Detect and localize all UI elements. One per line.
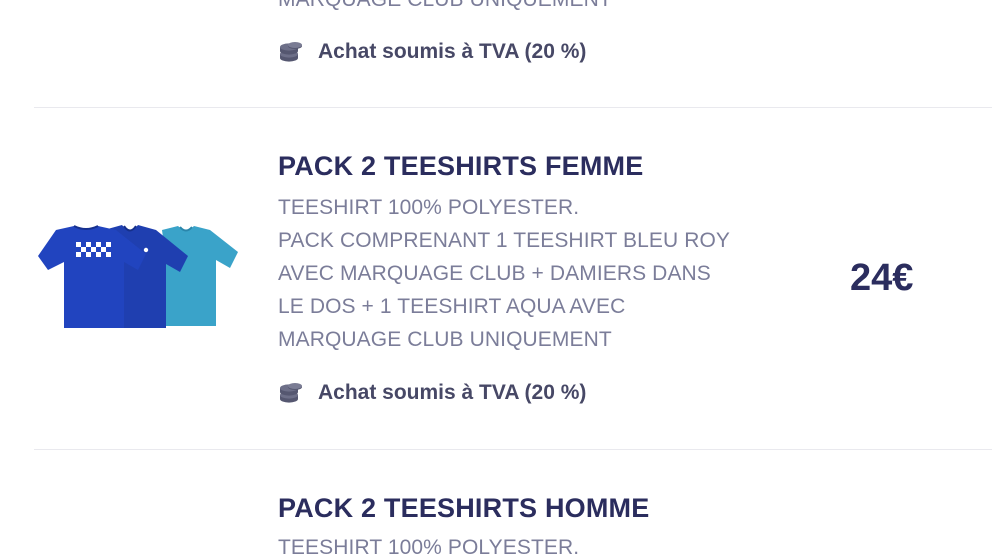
product-description-line: TEESHIRT 100% POLYESTER. <box>278 196 580 219</box>
divider <box>34 107 992 108</box>
divider <box>34 449 992 450</box>
tva-label: Achat soumis à TVA (20 %) <box>318 40 587 63</box>
tva-notice: Achat soumis à TVA (20 %) <box>278 40 586 64</box>
product-description-line: LE DOS + 1 TEESHIRT AQUA AVEC <box>278 295 626 318</box>
coins-icon <box>280 42 302 62</box>
product-price: 24€ <box>850 257 914 299</box>
tva-label: Achat soumis à TVA (20 %) <box>318 381 587 404</box>
product-description-line: TEESHIRT 100% POLYESTER. <box>278 536 580 558</box>
product-description-line: AVEC MARQUAGE CLUB + DAMIERS DANS <box>278 262 711 285</box>
product-description-line: MARQUAGE CLUB UNIQUEMENT <box>278 0 612 12</box>
product-title: PACK 2 TEESHIRTS HOMME <box>278 493 650 523</box>
tva-notice: Achat soumis à TVA (20 %) <box>278 381 586 405</box>
teeshirt-pack-image <box>38 225 238 328</box>
product-description-line: PACK COMPRENANT 1 TEESHIRT BLEU ROY <box>278 229 731 252</box>
product-description-line: MARQUAGE CLUB UNIQUEMENT <box>278 328 612 351</box>
product-title: PACK 2 TEESHIRTS FEMME <box>278 151 644 181</box>
product-list: MARQUAGE CLUB UNIQUEMENT Achat soumis à … <box>0 0 992 558</box>
coins-icon <box>280 383 302 403</box>
